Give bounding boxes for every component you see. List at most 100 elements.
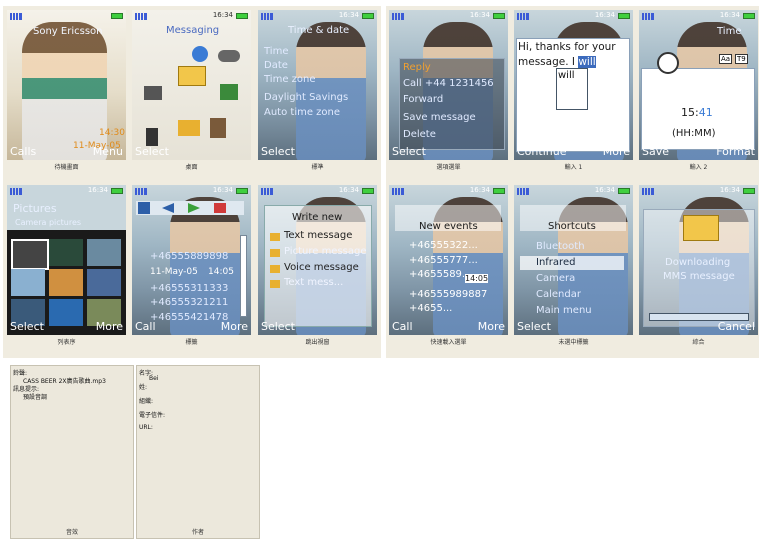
scrollbar[interactable] [240,235,247,317]
event-time: 14:05 [465,274,489,283]
softkey-left[interactable]: Calls [10,145,36,158]
tab-arrow-left-icon[interactable] [162,203,174,213]
events-title: New events [419,221,478,232]
author-field-org: 組織: [139,398,154,405]
softkey-right[interactable]: More [478,320,505,333]
screen-caption: 列表序 [57,339,76,346]
softkey-left[interactable]: Call [392,320,413,333]
thumbnail[interactable] [87,269,121,296]
thumbnail[interactable] [11,239,49,270]
status-time: 16:34 [212,186,233,194]
softkey-left[interactable]: Select [261,145,295,158]
menu-title: Time & date [288,25,350,36]
screen-standby: Sony Ericsson 14:30 11-May-05 Calls Menu… [7,10,126,178]
thumbnail[interactable] [87,239,121,266]
events-display: 16:34 New events +46555322... +46555777.… [389,185,508,335]
softkey-left[interactable]: Select [261,320,295,333]
event-item[interactable]: +46555777... [409,255,478,269]
option-forward[interactable]: Forward [403,94,443,108]
option-save-message[interactable]: Save message [403,112,476,126]
softkey-right[interactable]: More [603,145,630,158]
battery-icon [618,188,630,194]
dialog-item-picture[interactable]: Picture message [284,246,367,260]
call-entry[interactable]: +46555321211 [150,297,228,311]
screen-events: 16:34 New events +46555322... +46555777.… [389,185,508,353]
signal-icon [10,13,22,20]
softkey-left[interactable]: Save [642,145,669,158]
gamepad-icon [218,50,240,62]
event-item[interactable]: +46555322... [409,240,478,254]
thumbnail[interactable] [11,269,45,296]
softkey-right[interactable]: More [221,320,248,333]
signal-icon [135,188,147,195]
tab-missed-icon[interactable] [214,203,226,213]
standard-display: 16:34 Time & date Time Date Time zone Da… [258,10,377,160]
battery-icon [743,13,755,19]
screen-progress: 16:34 Downloading MMS message Cancel 綜合 [639,185,758,353]
menu-item-auto-time-zone[interactable]: Auto time zone [264,107,340,121]
dialog-display: 16:34 Write new Text message Picture mes… [258,185,377,335]
softkey-left[interactable]: Select [392,145,426,158]
softkey-left[interactable]: Call [135,320,156,333]
menu-item-time-zone[interactable]: Time zone [264,74,316,88]
dialog-item-text[interactable]: Text message [284,230,352,244]
shortcut-infrared[interactable]: Infrared [536,257,575,271]
camera-icon [144,86,162,100]
call-entry[interactable]: +46555889898 [150,251,228,265]
call-entry[interactable]: +46555421478 [150,312,228,326]
dialog-item-voice[interactable]: Voice message [284,262,359,276]
battery-icon [362,13,374,19]
option-call[interactable]: Call +44 1231456 [403,78,494,92]
download-line-1: Downloading [665,257,731,268]
call-entry[interactable]: +46555311333 [150,283,228,297]
softkey-right[interactable]: Cancel [718,320,755,333]
author-field-url: URL: [139,424,153,431]
tab-arrow-right-icon[interactable] [188,203,200,213]
progress-display: 16:34 Downloading MMS message [639,185,758,335]
battery-icon [236,188,248,194]
shortcut-calendar[interactable]: Calendar [536,289,581,303]
shortcut-camera[interactable]: Camera [536,273,575,287]
dialog-item-text-2[interactable]: Text mess... [284,277,343,291]
softkey-right[interactable]: Format [716,145,755,158]
option-delete[interactable]: Delete [403,129,436,143]
screen-caption: 選項選單 [436,164,461,171]
list-subtitle: Camera pictures [15,218,82,227]
menu-item-time[interactable]: Time [264,46,288,60]
thumbnail[interactable] [49,239,83,266]
signal-icon [10,188,22,195]
status-time: 16:34 [594,186,615,194]
contacts-icon [210,118,226,138]
softkey-left[interactable]: Select [135,145,169,158]
event-item[interactable]: +4655589... [409,269,471,283]
screen-caption: 輸入 2 [689,164,708,171]
time-value[interactable]: 15:41 [681,106,713,119]
menu-item-date[interactable]: Date [264,60,288,74]
tab-all-calls-icon[interactable] [138,202,150,214]
status-time: 16:34 [594,11,615,19]
suggestion-item[interactable]: will [558,70,575,81]
folder-icon [270,233,280,241]
softkey-right[interactable]: Menu [93,145,123,158]
list-display: 16:34 Pictures Camera pictures [7,185,126,335]
phone-icon [146,128,158,146]
thumbnail[interactable] [49,269,83,296]
softkey-left[interactable]: Select [517,320,551,333]
shortcut-bluetooth[interactable]: Bluetooth [536,241,585,255]
event-item[interactable]: +46555989887 [409,289,487,303]
option-reply[interactable]: Reply [403,62,431,76]
menu-item-daylight[interactable]: Daylight Savings [264,92,348,106]
softkey-left[interactable]: Select [10,320,44,333]
screen-title: Time [717,26,742,37]
event-item[interactable]: +4655... [409,303,452,317]
ime-t9-badge: T9 [735,54,748,64]
wallpaper-figure [296,22,366,160]
battery-icon [362,188,374,194]
status-time: 16:34 [87,186,108,194]
message-alert-value: 預設音調 [23,394,48,401]
screen-tabs: 16:34 +46555889898 11-May-05 14:05 +4655… [132,185,251,353]
shortcut-main-menu[interactable]: Main menu [536,305,592,319]
softkey-right[interactable]: More [96,320,123,333]
thumbnail[interactable] [49,299,83,326]
softkey-left[interactable]: Continue [517,145,566,158]
